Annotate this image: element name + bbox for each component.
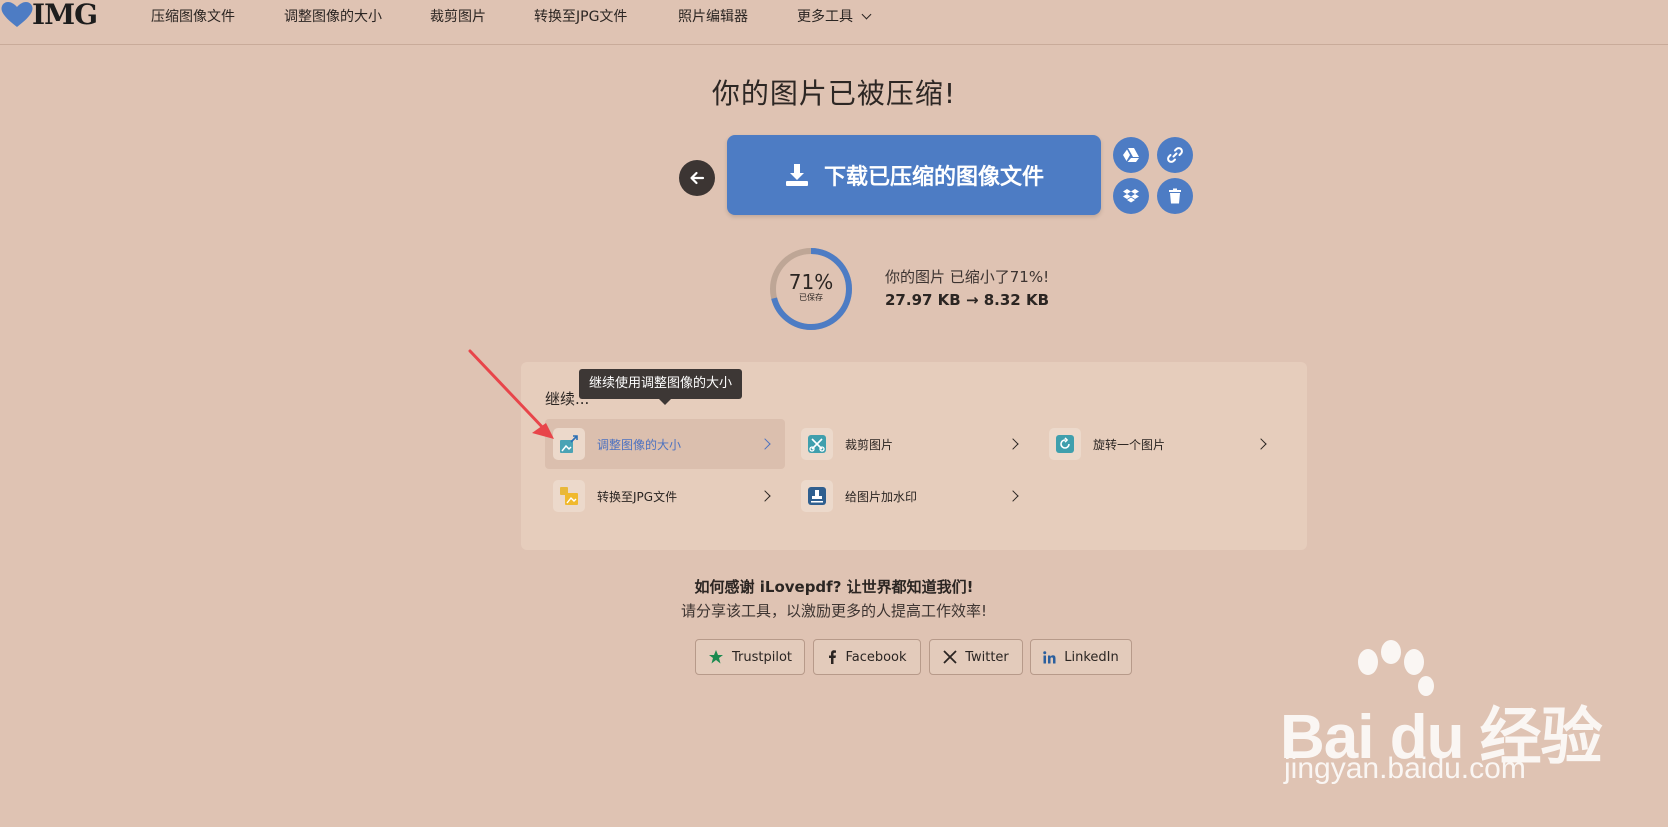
tool-watermark[interactable]: 给图片加水印: [793, 471, 1033, 521]
chevron-right-icon: [759, 490, 771, 502]
tool-label: 给图片加水印: [845, 489, 918, 504]
chevron-right-icon: [759, 438, 771, 450]
dropbox-button[interactable]: [1113, 178, 1149, 214]
star-icon: [708, 649, 724, 665]
nav-convert-jpg[interactable]: 转换至JPG文件: [534, 6, 627, 26]
linkedin-icon: [1043, 650, 1056, 664]
logo[interactable]: IMG: [0, 0, 98, 34]
tool-label: 转换至JPG文件: [597, 489, 678, 504]
link-icon: [1167, 147, 1183, 163]
google-drive-button[interactable]: [1113, 137, 1149, 173]
tool-crop[interactable]: 裁剪图片: [793, 419, 1033, 469]
facebook-icon: [827, 650, 837, 664]
rotate-icon: [1049, 428, 1081, 460]
crop-icon: [801, 428, 833, 460]
tool-label: 裁剪图片: [845, 437, 894, 452]
trash-icon: [1169, 188, 1181, 204]
nav-photo-editor[interactable]: 照片编辑器: [678, 6, 748, 26]
saved-label: 已保存: [799, 293, 823, 302]
linkedin-button[interactable]: LinkedIn: [1030, 639, 1132, 675]
google-drive-icon: [1123, 148, 1139, 162]
reduction-text: 你的图片 已缩小了71%!: [885, 268, 1050, 286]
arrow-left-icon: [690, 171, 705, 185]
twitter-label: Twitter: [965, 649, 1009, 665]
share-title: 如何感谢 iLovepdf? 让世界都知道我们!: [694, 578, 974, 596]
share-subtitle: 请分享该工具，以激励更多的人提高工作效率!: [680, 602, 987, 620]
facebook-label: Facebook: [845, 649, 907, 665]
tooltip: 继续使用调整图像的大小: [579, 369, 743, 405]
delete-button[interactable]: [1157, 178, 1193, 214]
tool-label: 调整图像的大小: [597, 437, 682, 452]
twitter-button[interactable]: Twitter: [929, 639, 1023, 675]
back-button[interactable]: [679, 160, 715, 196]
tool-rotate[interactable]: 旋转一个图片: [1041, 419, 1281, 469]
convert-jpg-icon: [553, 480, 585, 512]
nav-crop[interactable]: 裁剪图片: [430, 6, 486, 26]
savings-percent: 71%: [788, 270, 834, 294]
savings-ring-label: 71% 已保存: [768, 271, 854, 303]
nav-compress[interactable]: 压缩图像文件: [151, 6, 235, 26]
size-change-text: 27.97 KB → 8.32 KB: [885, 291, 1050, 309]
chevron-right-icon: [1255, 438, 1267, 450]
download-label: 下载已压缩的图像文件: [823, 165, 1044, 190]
dropbox-icon: [1123, 189, 1139, 203]
heart-logo-icon: [1, 2, 33, 27]
nav-more-tools[interactable]: 更多工具: [797, 6, 870, 26]
download-button[interactable]: 下载已压缩的图像文件: [727, 135, 1101, 215]
facebook-button[interactable]: Facebook: [813, 639, 921, 675]
linkedin-label: LinkedIn: [1064, 649, 1119, 665]
tool-convert-jpg[interactable]: 转换至JPG文件: [545, 471, 785, 521]
logo-text: IMG: [32, 0, 98, 31]
annotation-arrow: [468, 349, 554, 439]
x-icon: [943, 650, 957, 664]
download-icon: [784, 162, 810, 188]
chevron-right-icon: [1007, 490, 1019, 502]
trustpilot-button[interactable]: Trustpilot: [695, 639, 805, 675]
top-nav: IMG 压缩图像文件 调整图像的大小 裁剪图片 转换至JPG文件 照片编辑器 更…: [0, 0, 1668, 45]
copy-link-button[interactable]: [1157, 137, 1193, 173]
baidu-watermark: Bai du 经验 jingyan.baidu.com: [1276, 640, 1606, 790]
tool-label: 旋转一个图片: [1093, 437, 1166, 452]
page-title: 你的图片已被压缩!: [711, 77, 957, 110]
trustpilot-label: Trustpilot: [731, 649, 792, 665]
watermark-url: jingyan.baidu.com: [1284, 752, 1526, 785]
chevron-right-icon: [1007, 438, 1019, 450]
watermark-icon: [801, 480, 833, 512]
nav-resize[interactable]: 调整图像的大小: [284, 6, 382, 26]
tool-resize[interactable]: 调整图像的大小: [545, 419, 785, 469]
